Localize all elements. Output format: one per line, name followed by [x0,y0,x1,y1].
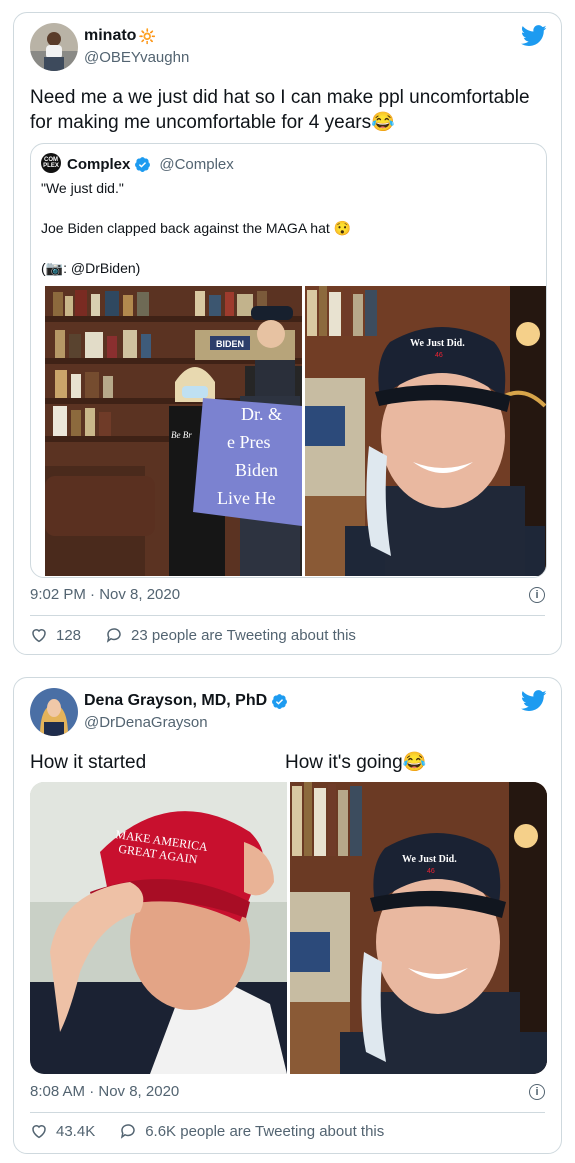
display-name[interactable]: Dena Grayson, MD, PhD [84,691,288,711]
quoted-text-line: (📷: @DrBiden) [41,260,141,276]
display-name-text: Dena Grayson, MD, PhD [84,692,268,709]
tweeting-about-link[interactable]: 23 people are Tweeting about this [105,626,356,644]
cap-text: We Just Did. [402,854,457,865]
media-photo-left[interactable]: MAKE AMERICA GREAT AGAIN [30,782,287,1074]
sun-emoji-icon: 🔆 [138,28,156,44]
info-icon[interactable]: i [529,1084,545,1100]
divider [30,615,545,616]
tweet-card[interactable]: minato 🔆 @OBEYvaughn Need me a we just di… [13,12,562,655]
cap-text: We Just Did. [410,338,465,349]
sign-text: Biden [235,460,278,480]
tweeting-about-link[interactable]: 6.6K people are Tweeting about this [119,1122,384,1140]
timestamp[interactable]: 9:02 PM · Nov 8, 2020 [30,586,180,603]
display-name[interactable]: minato 🔆 [84,26,156,46]
quoted-photo-left[interactable]: BIDEN Dr. & e Pres Biden Live He Be Br [45,286,302,576]
quoted-text-line: Joe Biden clapped back against the MAGA … [41,220,352,236]
chat-bubble-icon [106,628,121,643]
tweeting-about-text: 23 people are Tweeting about this [131,626,356,644]
like-button[interactable]: 128 [30,626,81,644]
tweet-card[interactable]: Dena Grayson, MD, PhD @DrDenaGrayson How… [13,677,562,1154]
username[interactable]: @OBEYvaughn [84,49,189,66]
tweeting-about-text: 6.6K people are Tweeting about this [145,1122,385,1140]
username[interactable]: @DrDenaGrayson [84,714,208,731]
sign-text: Live He [217,488,275,508]
quoted-name-text: Complex [67,156,131,173]
info-icon[interactable]: i [529,587,545,603]
like-button[interactable]: 43.4K [30,1122,95,1140]
complex-logo: COM PLEX [41,153,61,173]
tweet-text-left: How it started [30,752,147,773]
verified-badge-icon [272,693,288,709]
heart-icon [32,629,46,643]
divider [30,1112,545,1113]
quoted-photo-right[interactable]: We Just Did. 46 [305,286,546,576]
engagement-bar: 128 23 people are Tweeting about this [30,626,356,644]
engagement-bar: 43.4K 6.6K people are Tweeting about thi… [30,1122,384,1140]
avatar[interactable] [30,23,78,71]
chat-bubble-icon [121,1124,135,1139]
twitter-bird-icon[interactable] [521,690,547,712]
cap-number: 46 [435,352,443,359]
sign-text: e Pres [227,432,271,452]
quoted-text-line: "We just did." [41,180,124,196]
quoted-display-name[interactable]: Complex @Complex [67,156,234,173]
biden-sign-text: BIDEN [216,339,244,349]
shirt-text: Be Br [171,430,192,440]
verified-badge-icon [135,157,151,172]
sign-text: Dr. & [241,404,282,424]
tweet-text-right: How it's going😂 [285,752,427,773]
avatar[interactable] [30,688,78,736]
timestamp[interactable]: 8:08 AM · Nov 8, 2020 [30,1083,179,1100]
display-name-text: minato [84,27,137,44]
quoted-tweet[interactable]: COM PLEX Complex @Complex "We just did."… [30,143,547,578]
cap-number: 46 [427,868,435,875]
heart-icon [32,1125,46,1139]
like-count: 128 [56,626,82,644]
quoted-username: @Complex [159,156,234,173]
twitter-bird-icon[interactable] [521,25,547,47]
like-count: 43.4K [56,1122,96,1140]
tweet-text: Need me a we just did hat so I can make … [30,87,530,133]
media-photo-right[interactable]: We Just Did. 46 [290,782,547,1074]
